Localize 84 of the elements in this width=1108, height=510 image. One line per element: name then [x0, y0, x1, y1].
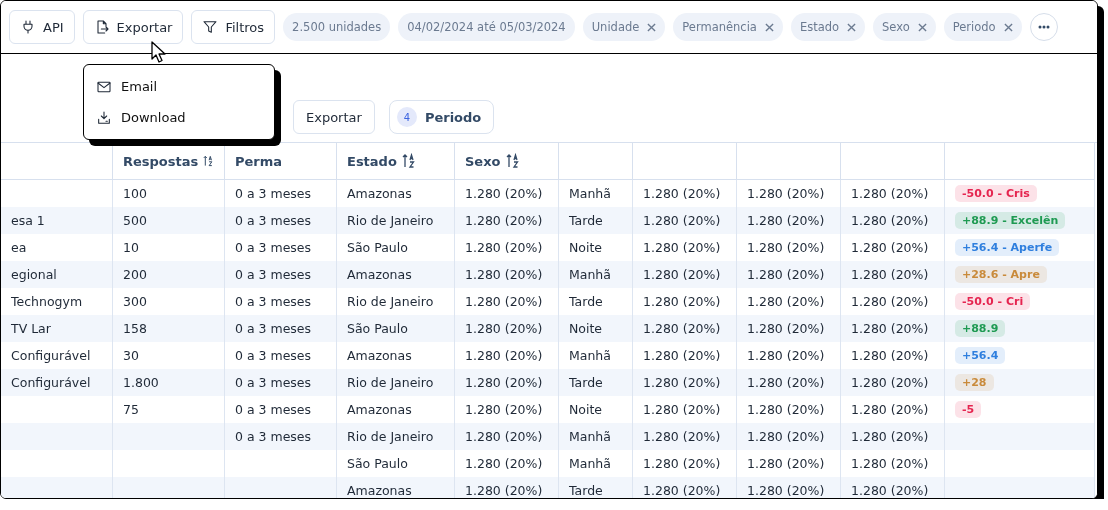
- table-cell: 1.280 (20%): [455, 261, 559, 288]
- table-cell: Manhã: [559, 261, 633, 288]
- score-badge: +88.9 - Excelên: [955, 212, 1066, 229]
- close-icon[interactable]: [1003, 22, 1013, 32]
- score-badge: +88.9: [955, 320, 1006, 337]
- plug-icon: [20, 19, 36, 35]
- table-cell: 1.280 (20%): [455, 207, 559, 234]
- filter-chip[interactable]: Unidade: [582, 13, 666, 41]
- table-cell: Rio de Janeiro: [337, 369, 455, 396]
- table-cell: 0 a 3 meses: [225, 369, 337, 396]
- table-cell: 1.280 (20%): [737, 261, 841, 288]
- table-cell: 1.280 (20%): [737, 315, 841, 342]
- table-cell: 1.280 (20%): [841, 315, 945, 342]
- close-icon[interactable]: [917, 22, 927, 32]
- table-cell: 1.280 (20%): [633, 315, 737, 342]
- table-cell: 0 a 3 meses: [225, 315, 337, 342]
- table-cell: Tarde: [559, 477, 633, 498]
- table-cell: 158: [113, 315, 225, 342]
- table-cell: 1.280 (20%): [737, 207, 841, 234]
- table-cell: 1.280 (20%): [737, 423, 841, 450]
- table-cell: 0 a 3 meses: [225, 261, 337, 288]
- table-cell: 1.280 (20%): [841, 423, 945, 450]
- filter-icon: [202, 19, 219, 35]
- table-cell: esa 1: [1, 207, 113, 234]
- table-cell: Tarde: [559, 369, 633, 396]
- score-badge: +56.4: [955, 347, 1006, 364]
- table-cell: Noite: [559, 315, 633, 342]
- score-badge: +56.4 - Aperfe: [955, 239, 1060, 256]
- table-cell: São Paulo: [337, 315, 455, 342]
- download-icon: [96, 109, 112, 126]
- filter-pill[interactable]: 4 Periodo: [388, 100, 495, 134]
- count-badge: 4: [396, 107, 417, 127]
- table-cell: 1.280 (20%): [737, 369, 841, 396]
- filter-chip[interactable]: Permanência: [673, 13, 783, 41]
- table-cell: 1.800: [113, 369, 225, 396]
- table-cell: Amazonas: [337, 261, 455, 288]
- table-cell: 1.280 (20%): [455, 369, 559, 396]
- table-cell: 1.280 (20%): [633, 369, 737, 396]
- table-cell: 200: [113, 261, 225, 288]
- more-icon: [1037, 25, 1050, 29]
- table-cell: 0 a 3 meses: [225, 423, 337, 450]
- filter-chip[interactable]: Periodo: [943, 13, 1022, 41]
- table-cell: 0 a 3 meses: [225, 207, 337, 234]
- table-cell: 1.280 (20%): [841, 477, 945, 498]
- toolbar-button[interactable]: API: [9, 10, 75, 44]
- filter-chip[interactable]: Sexo: [873, 13, 936, 41]
- table-cell: Configurável: [1, 369, 113, 396]
- table-cell: 500: [113, 207, 225, 234]
- table-cell: TV Lar: [1, 315, 113, 342]
- table-cell: 1.280 (20%): [633, 261, 737, 288]
- table-cell: 1.280 (20%): [633, 423, 737, 450]
- filter-chip[interactable]: 04/02/2024 até 05/03/2024: [398, 13, 575, 41]
- score-badge: +28.6 - Apre: [955, 266, 1047, 283]
- table-cell: egional: [1, 261, 113, 288]
- close-icon[interactable]: [847, 22, 857, 32]
- filter-chip[interactable]: 2.500 unidades: [283, 13, 391, 41]
- table-cell: 1.280 (20%): [455, 423, 559, 450]
- table-cell: 1.280 (20%): [841, 261, 945, 288]
- table-cell: 1.280 (20%): [633, 207, 737, 234]
- table-cell: 1.280 (20%): [455, 477, 559, 498]
- score-badge: -5: [955, 401, 982, 418]
- toolbar-button[interactable]: Filtros: [191, 10, 276, 44]
- table-cell: Rio de Janeiro: [337, 207, 455, 234]
- sort-icon[interactable]: [203, 153, 214, 169]
- more-button[interactable]: [1029, 13, 1058, 41]
- table-cell: 1.280 (20%): [841, 369, 945, 396]
- table-cell: 1.280 (20%): [737, 477, 841, 498]
- score-badge: -50.0 - Cris: [955, 185, 1037, 202]
- table-cell: 1.280 (20%): [841, 207, 945, 234]
- export-button[interactable]: Exportar: [293, 100, 375, 134]
- toolbar-button[interactable]: Exportar: [82, 10, 184, 44]
- sort-icon[interactable]: [505, 153, 520, 169]
- score-badge: -50.0 - Cri: [955, 293, 1031, 310]
- table-cell: 1.280 (20%): [633, 477, 737, 498]
- score-badge: +28: [955, 374, 994, 391]
- filter-chip[interactable]: Estado: [790, 13, 866, 41]
- table-cell: Tarde: [559, 207, 633, 234]
- table-cell: Rio de Janeiro: [337, 423, 455, 450]
- sort-icon[interactable]: [401, 153, 416, 169]
- close-icon[interactable]: [647, 22, 657, 32]
- table-cell: 1.280 (20%): [455, 315, 559, 342]
- table-cell: Manhã: [559, 423, 633, 450]
- close-icon[interactable]: [764, 22, 774, 32]
- table-cell: Amazonas: [337, 477, 455, 498]
